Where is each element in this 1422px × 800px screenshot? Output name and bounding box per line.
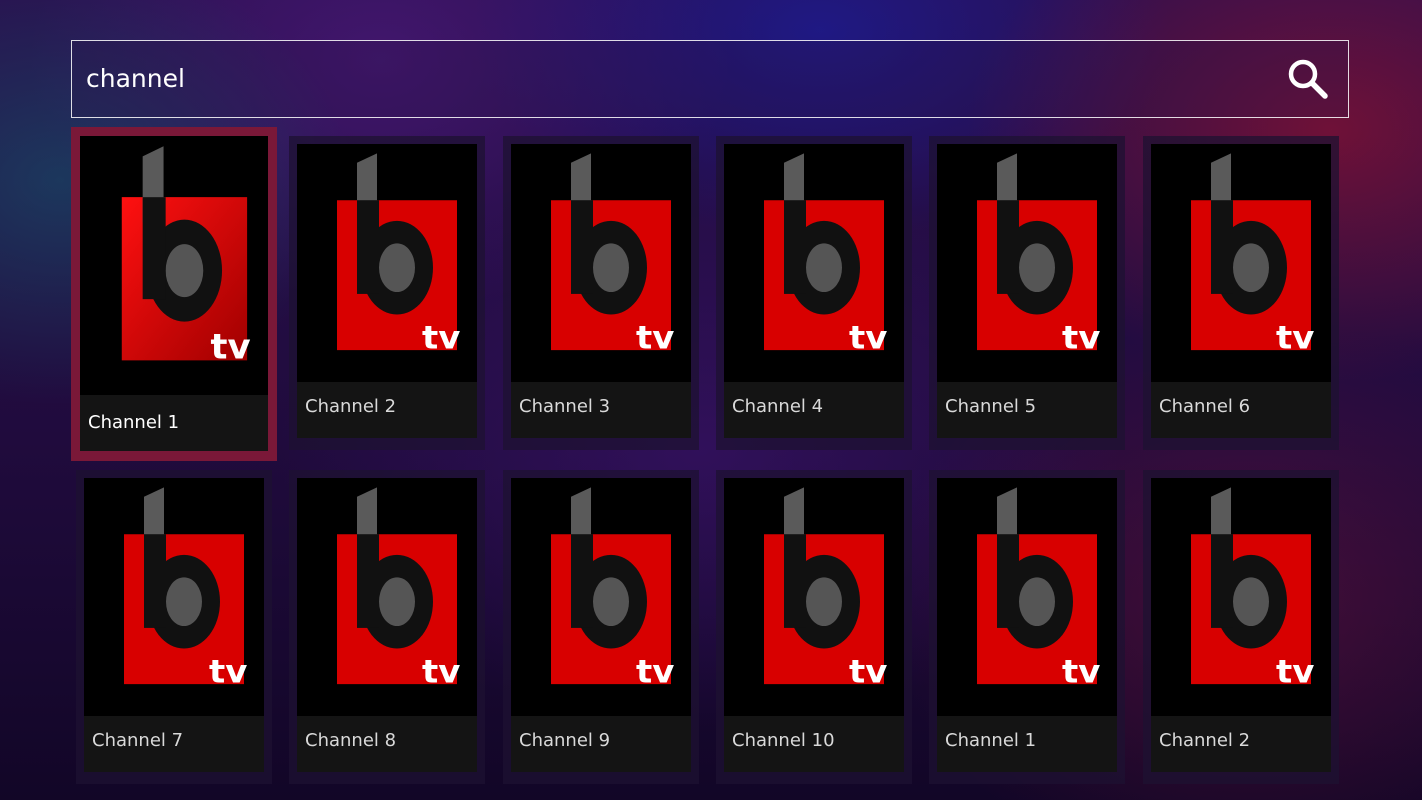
btv-logo-icon: tv — [764, 153, 887, 356]
channel-label: Channel 5 — [945, 396, 1037, 417]
channel-label-area: Channel 3 — [511, 382, 691, 438]
channel-card[interactable]: tv Channel 4 — [716, 136, 912, 450]
btv-logo-icon: tv — [1191, 487, 1314, 690]
channel-label: Channel 3 — [519, 396, 611, 417]
channel-label: Channel 10 — [732, 730, 835, 751]
channel-label-area: Channel 9 — [511, 716, 691, 772]
channel-label: Channel 4 — [732, 396, 824, 417]
btv-logo-icon: tv — [124, 487, 247, 690]
channel-card[interactable]: tv Channel 1 — [929, 470, 1125, 784]
channel-card[interactable]: tv Channel 8 — [289, 470, 485, 784]
channel-label-area: Channel 2 — [297, 382, 477, 438]
channel-label-area: Channel 7 — [84, 716, 264, 772]
svg-text:tv: tv — [636, 318, 674, 356]
channel-logo: tv — [297, 144, 477, 382]
channel-card[interactable]: tv Channel 3 — [503, 136, 699, 450]
svg-text:tv: tv — [211, 327, 251, 368]
btv-logo-icon: tv — [764, 487, 887, 690]
channel-label-area: Channel 4 — [724, 382, 904, 438]
channel-label: Channel 2 — [1159, 730, 1251, 751]
channel-card-inner: tv Channel 3 — [511, 144, 691, 438]
svg-text:tv: tv — [1276, 652, 1314, 690]
channel-logo: tv — [80, 136, 268, 395]
channel-card-inner: tv Channel 8 — [297, 478, 477, 772]
svg-text:tv: tv — [636, 652, 674, 690]
channel-label: Channel 6 — [1159, 396, 1251, 417]
channel-label-area: Channel 5 — [937, 382, 1117, 438]
channel-card[interactable]: tv Channel 2 — [289, 136, 485, 450]
channel-card[interactable]: tv Channel 7 — [76, 470, 272, 784]
svg-text:tv: tv — [422, 652, 460, 690]
channel-label: Channel 9 — [519, 730, 611, 751]
btv-logo-icon: tv — [337, 487, 460, 690]
svg-text:tv: tv — [849, 652, 887, 690]
svg-text:tv: tv — [422, 318, 460, 356]
btv-logo-icon: tv — [551, 487, 674, 690]
channel-logo: tv — [297, 478, 477, 716]
svg-text:tv: tv — [1062, 318, 1100, 356]
channel-label: Channel 1 — [88, 412, 180, 433]
channel-label-area: Channel 2 — [1151, 716, 1331, 772]
channel-logo: tv — [937, 144, 1117, 382]
channel-card[interactable]: tv Channel 6 — [1143, 136, 1339, 450]
search-bar — [71, 40, 1349, 118]
search-input[interactable] — [86, 41, 1266, 117]
channel-card[interactable]: tv Channel 10 — [716, 470, 912, 784]
channel-logo: tv — [937, 478, 1117, 716]
channel-card-inner: tv Channel 9 — [511, 478, 691, 772]
channel-label: Channel 8 — [305, 730, 397, 751]
channel-label: Channel 7 — [92, 730, 184, 751]
channel-label-area: Channel 1 — [937, 716, 1117, 772]
channel-label-area: Channel 10 — [724, 716, 904, 772]
channel-label: Channel 1 — [945, 730, 1037, 751]
channel-card[interactable]: tv Channel 5 — [929, 136, 1125, 450]
channel-card[interactable]: tv Channel 2 — [1143, 470, 1339, 784]
channel-card-inner: tv Channel 4 — [724, 144, 904, 438]
search-button[interactable] — [1286, 57, 1330, 101]
channel-label-area: Channel 1 — [80, 395, 268, 451]
btv-logo-icon: tv — [121, 146, 251, 368]
btv-logo-icon: tv — [337, 153, 460, 356]
btv-logo-icon: tv — [551, 153, 674, 356]
channel-logo: tv — [84, 478, 264, 716]
svg-text:tv: tv — [849, 318, 887, 356]
search-icon — [1288, 59, 1328, 99]
channel-logo: tv — [511, 144, 691, 382]
channel-logo: tv — [1151, 144, 1331, 382]
svg-text:tv: tv — [1062, 652, 1100, 690]
channel-card-inner: tv Channel 1 — [80, 136, 268, 451]
svg-text:tv: tv — [209, 652, 247, 690]
channel-logo: tv — [724, 478, 904, 716]
btv-logo-icon: tv — [977, 153, 1100, 356]
channel-card-inner: tv Channel 2 — [1151, 478, 1331, 772]
channel-card-inner: tv Channel 7 — [84, 478, 264, 772]
channel-card-inner: tv Channel 2 — [297, 144, 477, 438]
channel-label-area: Channel 6 — [1151, 382, 1331, 438]
btv-logo-icon: tv — [977, 487, 1100, 690]
channel-card-inner: tv Channel 5 — [937, 144, 1117, 438]
channel-label: Channel 2 — [305, 396, 397, 417]
channel-label-area: Channel 8 — [297, 716, 477, 772]
channel-card-inner: tv Channel 10 — [724, 478, 904, 772]
channel-card-inner: tv Channel 6 — [1151, 144, 1331, 438]
svg-text:tv: tv — [1276, 318, 1314, 356]
btv-logo-icon: tv — [1191, 153, 1314, 356]
channel-logo: tv — [511, 478, 691, 716]
channel-card[interactable]: tv Channel 9 — [503, 470, 699, 784]
channel-card[interactable]: tv Channel 1 — [71, 127, 277, 461]
channel-logo: tv — [1151, 478, 1331, 716]
channel-logo: tv — [724, 144, 904, 382]
channel-card-inner: tv Channel 1 — [937, 478, 1117, 772]
